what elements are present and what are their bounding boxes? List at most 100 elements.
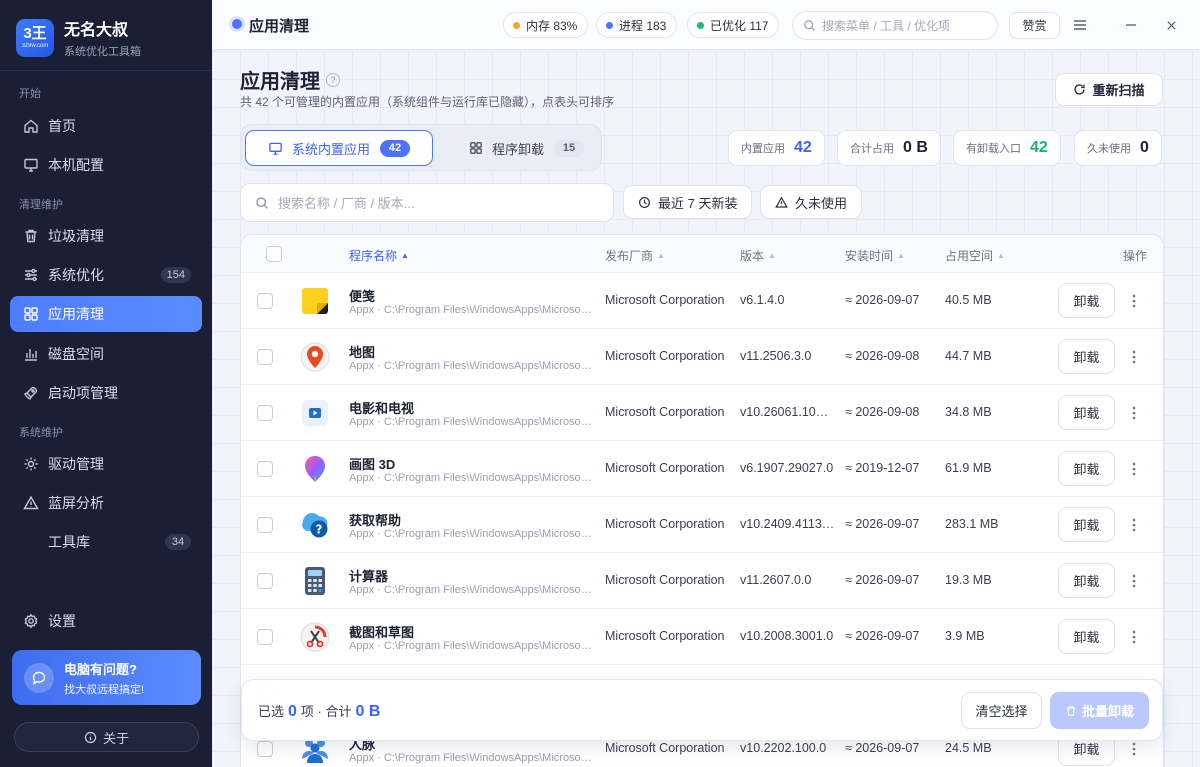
row-checkbox[interactable] xyxy=(257,517,273,533)
table-row[interactable]: 便笺 Appx · C:\Program Files\WindowsApps\M… xyxy=(241,273,1163,329)
process-text: 进程 183 xyxy=(619,18,667,33)
nav-item-label: 启动项管理 xyxy=(48,385,118,401)
menu-search-input[interactable]: 搜索菜单 / 工具 / 优化项 xyxy=(792,11,998,40)
nav-item-system-optimize[interactable]: 系统优化 154 xyxy=(10,257,202,293)
nav-item-label: 设置 xyxy=(48,613,76,629)
nav-item-toolbox[interactable]: 工具库 34 xyxy=(10,524,202,560)
column-install-time[interactable]: 安装时间 ▲ xyxy=(845,247,905,264)
more-vertical-icon[interactable] xyxy=(1124,627,1144,647)
nav-item-app-clean[interactable]: 应用清理 xyxy=(10,296,202,332)
filter-unused-button[interactable]: 久未使用 xyxy=(760,185,863,219)
table-row[interactable]: 计算器 Appx · C:\Program Files\WindowsApps\… xyxy=(241,553,1163,609)
app-version: v10.2008.3001.0 xyxy=(740,629,834,643)
trash-icon xyxy=(1065,705,1077,717)
row-checkbox[interactable] xyxy=(257,741,273,757)
row-checkbox[interactable] xyxy=(257,405,273,421)
svg-text:?: ? xyxy=(316,523,323,537)
nav-item-label: 应用清理 xyxy=(48,306,104,322)
hamburger-icon xyxy=(1073,19,1087,31)
remote-help-card[interactable]: 电脑有问题? 找大叔远程搞定! xyxy=(12,650,201,705)
more-vertical-icon[interactable] xyxy=(1124,739,1144,759)
refresh-icon xyxy=(1073,83,1086,96)
close-button[interactable] xyxy=(1160,14,1182,36)
filter-recent-button[interactable]: 最近 7 天新装 xyxy=(623,185,753,219)
batch-uninstall-button[interactable]: 批量卸载 xyxy=(1050,692,1149,729)
table-row[interactable]: 画图 3D Appx · C:\Program Files\WindowsApp… xyxy=(241,441,1163,497)
question-icon[interactable]: ? xyxy=(326,72,340,87)
apps-grid-icon xyxy=(22,305,40,323)
search-icon xyxy=(255,196,269,210)
top-bar: 应用清理 内存 83% 进程 183 已优化 117 搜索菜单 / 工具 / 优… xyxy=(212,0,1200,50)
app-install-time: ≈ 2026-09-08 xyxy=(845,405,920,419)
uninstall-button[interactable]: 卸载 xyxy=(1058,619,1115,654)
info-icon xyxy=(84,731,97,744)
uninstall-button[interactable]: 卸载 xyxy=(1058,451,1115,486)
maps-icon xyxy=(299,341,331,373)
uninstall-button[interactable]: 卸载 xyxy=(1058,283,1115,318)
menu-button[interactable] xyxy=(1069,14,1091,36)
app-vendor: Microsoft Corporation xyxy=(605,349,725,363)
help-title: 电脑有问题? xyxy=(64,661,137,677)
more-vertical-icon[interactable] xyxy=(1124,347,1144,367)
nav-item-junk-clean[interactable]: 垃圾清理 xyxy=(10,218,202,254)
rescan-button[interactable]: 重新扫描 xyxy=(1055,73,1163,106)
select-all-checkbox[interactable] xyxy=(266,246,282,262)
sidebar: 3王 3z9w.com 无名大叔 系统优化工具箱 开始 首页 本机配置 清理维护… xyxy=(0,0,212,767)
nav-item-startup[interactable]: 启动项管理 xyxy=(10,375,202,411)
tab-builtin-apps[interactable]: 系统内置应用 42 xyxy=(245,130,433,166)
app-name: 计算器 xyxy=(349,569,389,584)
chat-bubble-icon xyxy=(24,662,54,693)
help-subtitle: 找大叔远程搞定! xyxy=(64,683,145,696)
more-vertical-icon[interactable] xyxy=(1124,403,1144,423)
filter-recent-label: 最近 7 天新装 xyxy=(658,195,738,211)
app-version: v11.2607.0.0 xyxy=(740,573,812,587)
minimize-button[interactable] xyxy=(1120,14,1142,36)
stat-label: 久未使用 xyxy=(1087,143,1131,155)
row-checkbox[interactable] xyxy=(257,629,273,645)
uninstall-button[interactable]: 卸载 xyxy=(1058,563,1115,598)
column-label: 发布厂商 xyxy=(605,249,654,263)
row-checkbox[interactable] xyxy=(257,349,273,365)
tab-program-uninstall[interactable]: 程序卸载 15 xyxy=(447,130,597,166)
table-row[interactable]: 截图和草图 Appx · C:\Program Files\WindowsApp… xyxy=(241,609,1163,665)
nav-item-home[interactable]: 首页 xyxy=(10,108,202,144)
column-size[interactable]: 占用空间 ▲ xyxy=(945,247,1005,264)
column-name[interactable]: 程序名称 ▲ xyxy=(349,247,409,264)
nav-item-settings[interactable]: 设置 xyxy=(10,603,202,639)
app-size: 283.1 MB xyxy=(945,517,999,531)
table-row[interactable]: ? 获取帮助 Appx · C:\Program Files\WindowsAp… xyxy=(241,497,1163,553)
row-checkbox[interactable] xyxy=(257,293,273,309)
warning-icon xyxy=(775,195,788,209)
table-header: 程序名称 ▲ 发布厂商 ▲ 版本 ▲ 安装时间 ▲ 占用空间 ▲ 操作 xyxy=(241,235,1163,273)
app-search-input[interactable]: 搜索名称 / 厂商 / 版本... xyxy=(240,183,614,222)
row-checkbox[interactable] xyxy=(257,573,273,589)
uninstall-button[interactable]: 卸载 xyxy=(1058,339,1115,374)
nav-item-driver[interactable]: 驱动管理 xyxy=(10,446,202,482)
more-vertical-icon[interactable] xyxy=(1124,571,1144,591)
column-vendor[interactable]: 发布厂商 ▲ xyxy=(605,247,665,264)
status-dot xyxy=(232,19,242,29)
app-version: v10.2409.41132.0 xyxy=(740,517,835,531)
table-row[interactable]: 电影和电视 Appx · C:\Program Files\WindowsApp… xyxy=(241,385,1163,441)
more-vertical-icon[interactable] xyxy=(1124,515,1144,535)
app-size: 24.5 MB xyxy=(945,741,992,755)
nav-item-disk-space[interactable]: 磁盘空间 xyxy=(10,336,202,372)
table-row[interactable]: 地图 Appx · C:\Program Files\WindowsApps\M… xyxy=(241,329,1163,385)
row-checkbox[interactable] xyxy=(257,461,273,477)
app-vendor: Microsoft Corporation xyxy=(605,573,725,587)
donate-button[interactable]: 赞赏 xyxy=(1009,12,1060,39)
nav-item-pc-config[interactable]: 本机配置 xyxy=(10,147,202,183)
more-vertical-icon[interactable] xyxy=(1124,291,1144,311)
apps-grid-icon xyxy=(469,141,483,155)
nav-item-bsod[interactable]: 蓝屏分析 xyxy=(10,485,202,521)
about-button[interactable]: 关于 xyxy=(14,722,199,752)
uninstall-button[interactable]: 卸载 xyxy=(1058,507,1115,542)
stat-label: 合计占用 xyxy=(850,143,894,155)
more-vertical-icon[interactable] xyxy=(1124,459,1144,479)
uninstall-button[interactable]: 卸载 xyxy=(1058,395,1115,430)
app-install-time: ≈ 2026-09-07 xyxy=(845,517,920,531)
brand-logo-domain: 3z9w.com xyxy=(21,42,49,49)
column-version[interactable]: 版本 ▲ xyxy=(740,247,776,264)
clear-selection-button[interactable]: 清空选择 xyxy=(961,692,1042,729)
batch-uninstall-label: 批量卸载 xyxy=(1081,704,1134,719)
